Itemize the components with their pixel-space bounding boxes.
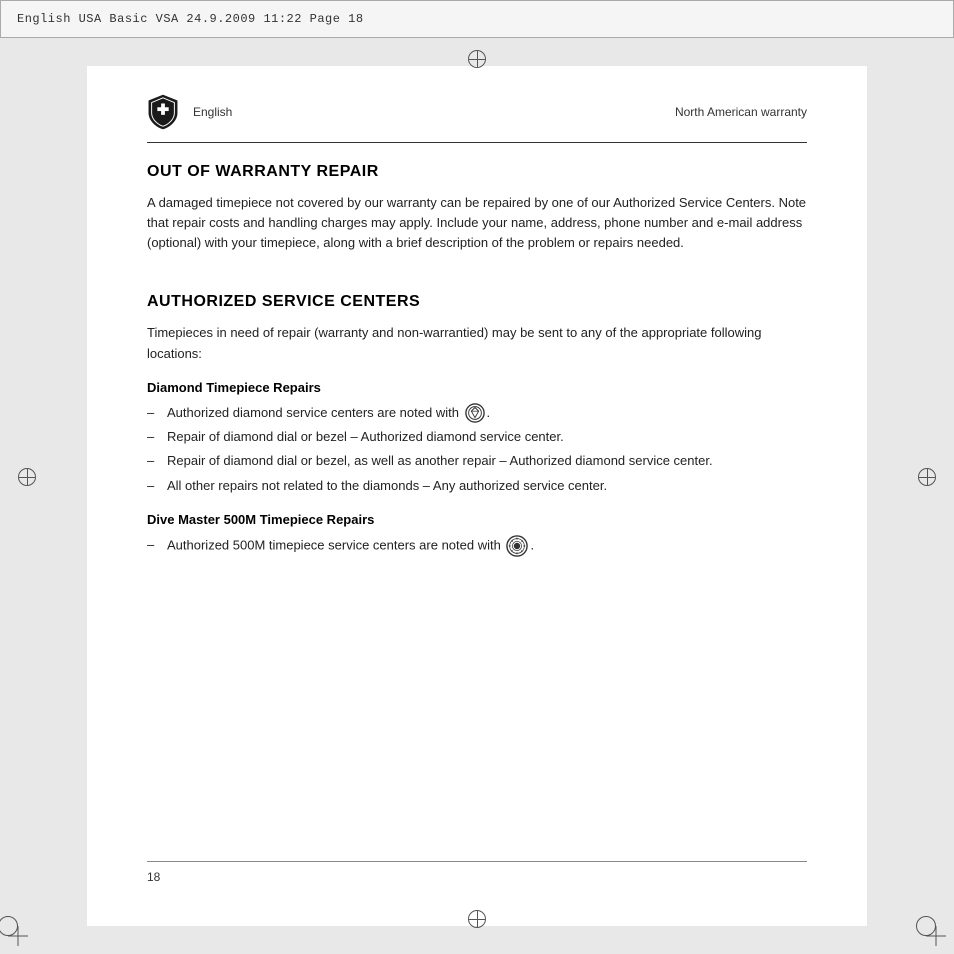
subsection-diamond-title: Diamond Timepiece Repairs xyxy=(147,380,807,395)
top-bar-text: English USA Basic VSA 24.9.2009 11:22 Pa… xyxy=(17,12,364,26)
reg-circle-bottom xyxy=(468,910,486,928)
list-item: – Repair of diamond dial or bezel – Auth… xyxy=(147,427,807,447)
reg-mark-br xyxy=(926,926,946,946)
subsection-diamond: Diamond Timepiece Repairs – Authorized d… xyxy=(147,380,807,496)
diamond-bullet-list: – Authorized diamond service centers are… xyxy=(147,403,807,496)
dash: – xyxy=(147,403,154,423)
logo-shield xyxy=(147,94,179,130)
page-number: 18 xyxy=(147,870,160,884)
top-bar: English USA Basic VSA 24.9.2009 11:22 Pa… xyxy=(0,0,954,38)
list-item: – Authorized diamond service centers are… xyxy=(147,403,807,424)
subsection-divemaster: Dive Master 500M Timepiece Repairs – Aut… xyxy=(147,512,807,557)
section1-title: OUT OF WARRANTY REPAIR xyxy=(147,163,807,181)
header-warranty: North American warranty xyxy=(675,105,807,119)
section2-title: AUTHORIZED SERVICE CENTERS xyxy=(147,293,807,311)
dash: – xyxy=(147,476,154,496)
dash: – xyxy=(147,427,154,447)
dash: – xyxy=(147,535,154,555)
list-item: – Authorized 500M timepiece service cent… xyxy=(147,535,807,557)
diamond-badge-icon xyxy=(465,403,485,423)
page-content: English North American warranty OUT OF W… xyxy=(87,66,867,926)
reg-circle-top xyxy=(468,50,486,68)
section2-intro: Timepieces in need of repair (warranty a… xyxy=(147,323,807,363)
footer-divider xyxy=(147,861,807,862)
reg-mark-bl xyxy=(8,926,28,946)
dash: – xyxy=(147,451,154,471)
reg-circle-left xyxy=(18,468,36,486)
bullet-text-5: Authorized 500M timepiece service center… xyxy=(167,535,807,557)
header-divider xyxy=(147,142,807,143)
bullet-text-3: Repair of diamond dial or bezel, as well… xyxy=(167,451,807,471)
section-out-of-warranty: OUT OF WARRANTY REPAIR A damaged timepie… xyxy=(147,163,807,253)
list-item: – All other repairs not related to the d… xyxy=(147,476,807,496)
header-language: English xyxy=(193,105,675,119)
bullet-text-1: Authorized diamond service centers are n… xyxy=(167,403,807,424)
section-authorized: AUTHORIZED SERVICE CENTERS Timepieces in… xyxy=(147,293,807,556)
divemaster-bullet-list: – Authorized 500M timepiece service cent… xyxy=(147,535,807,557)
reg-circle-right xyxy=(918,468,936,486)
list-item: – Repair of diamond dial or bezel, as we… xyxy=(147,451,807,471)
page-footer: 18 xyxy=(147,861,807,886)
subsection-divemaster-title: Dive Master 500M Timepiece Repairs xyxy=(147,512,807,527)
page-header: English North American warranty xyxy=(147,94,807,136)
page-wrapper: English USA Basic VSA 24.9.2009 11:22 Pa… xyxy=(0,0,954,954)
bullet-text-4: All other repairs not related to the dia… xyxy=(167,476,807,496)
bullet-text-2: Repair of diamond dial or bezel – Author… xyxy=(167,427,807,447)
section1-body: A damaged timepiece not covered by our w… xyxy=(147,193,807,253)
icon-500m xyxy=(506,535,528,557)
